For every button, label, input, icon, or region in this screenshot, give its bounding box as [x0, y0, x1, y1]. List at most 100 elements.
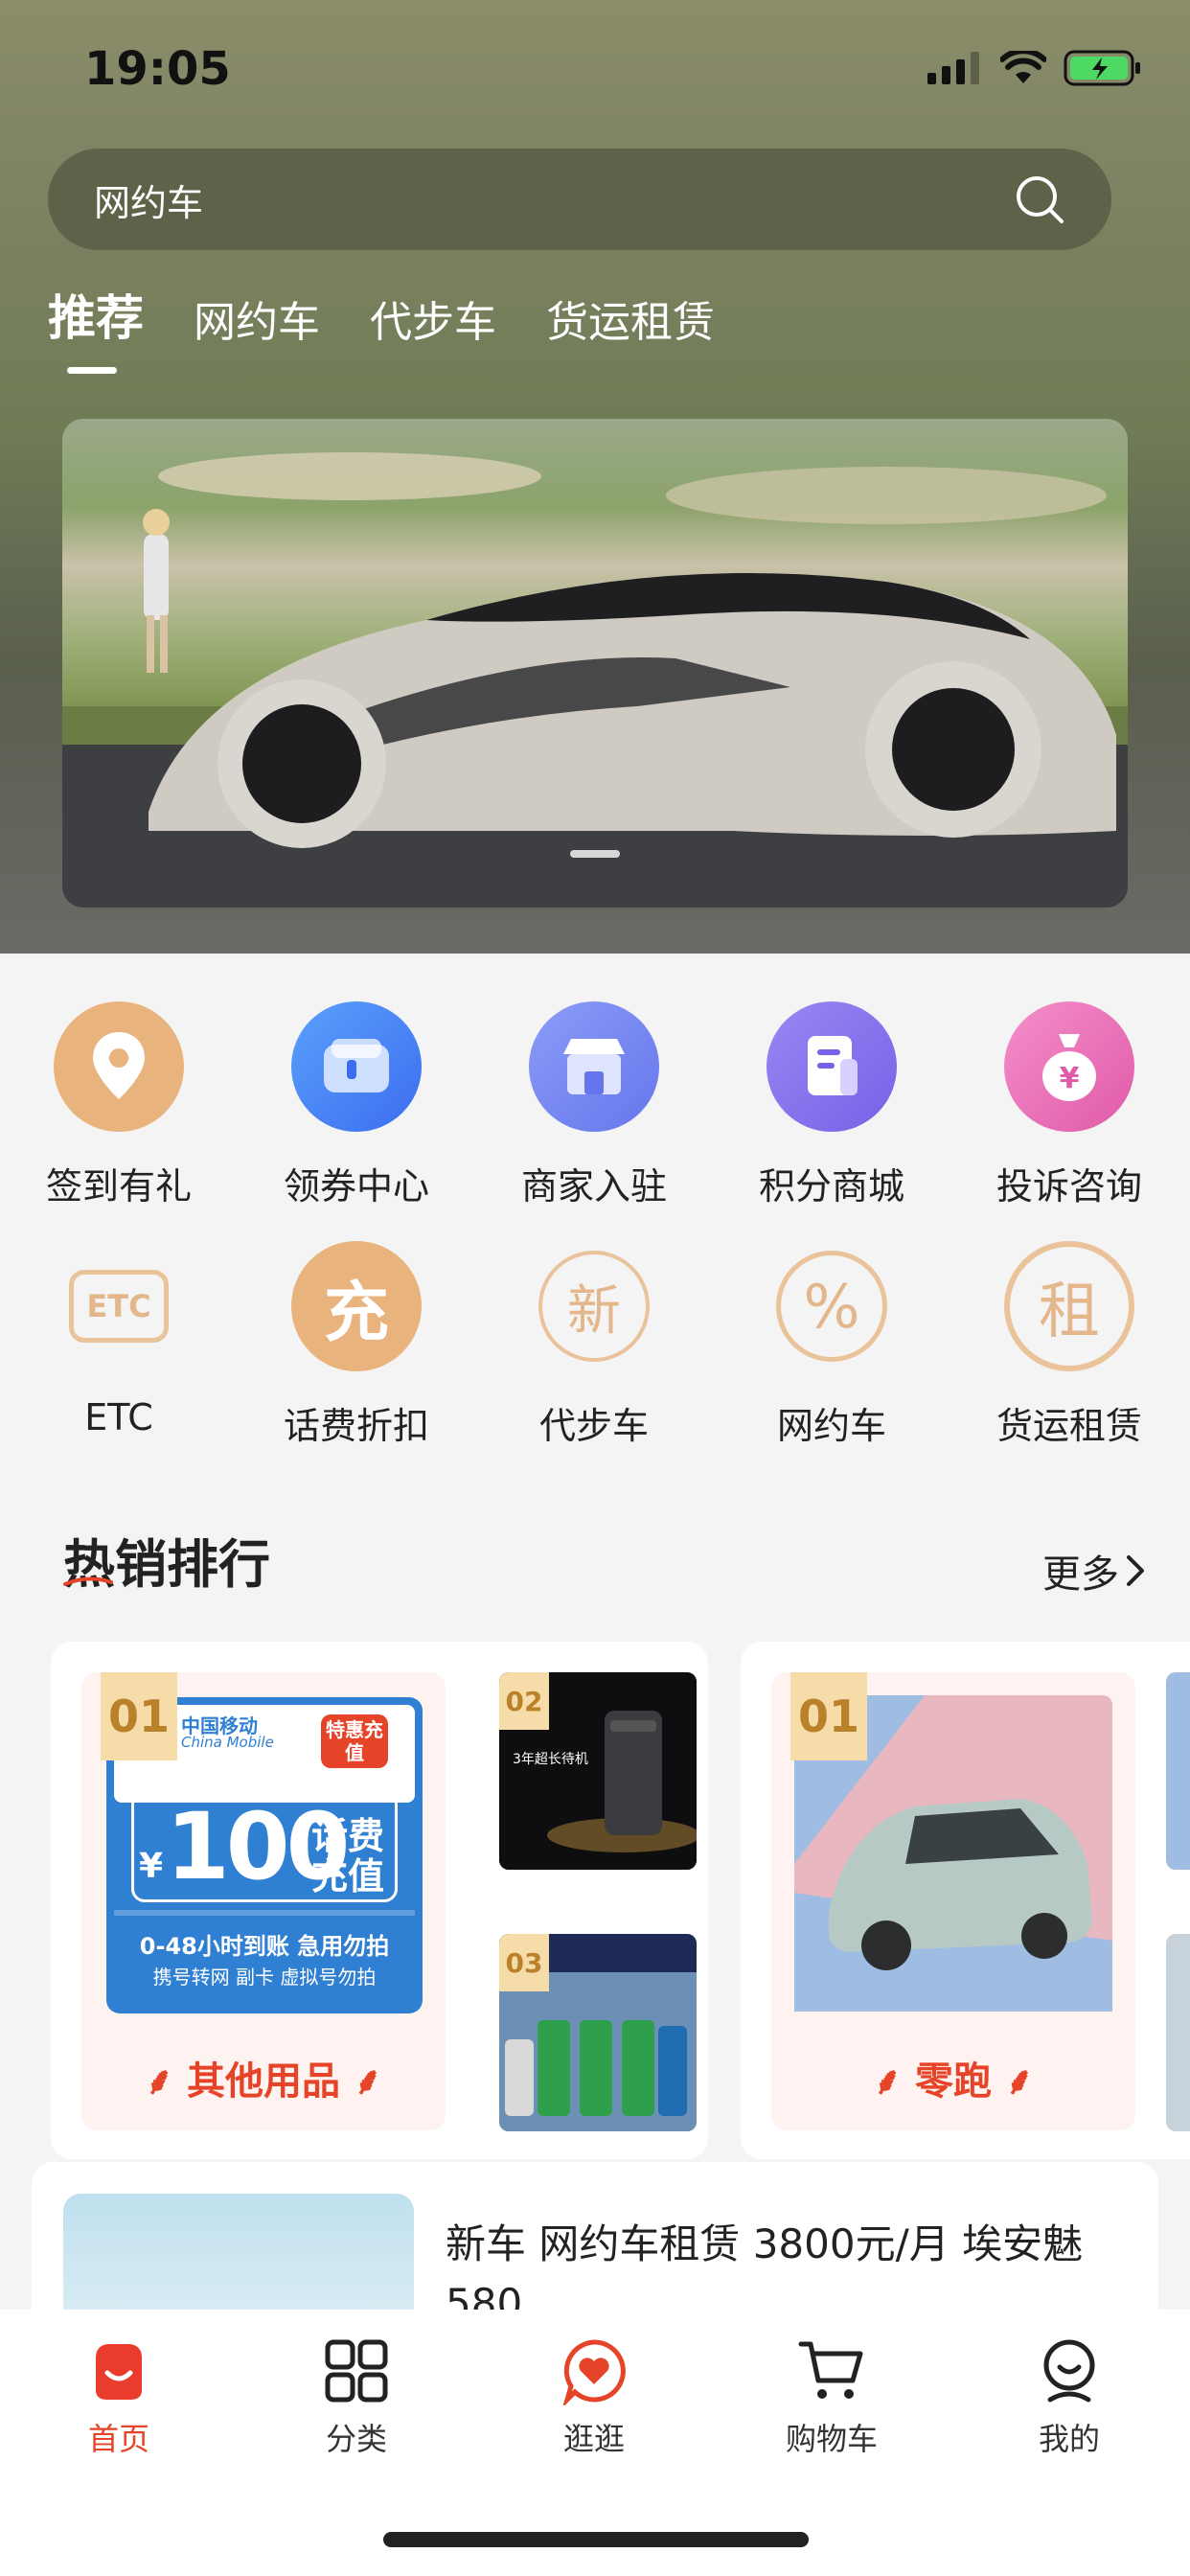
ranking-side-item[interactable]: 03	[499, 1934, 697, 2131]
status-time: 19:05	[84, 42, 231, 96]
brand-name-en: China Mobile	[181, 1734, 274, 1751]
home-icon	[96, 2344, 142, 2400]
quick-entry-row-1: 签到有礼 领券中心 商家入驻 积分商城 ¥ 投诉咨询	[0, 1001, 1190, 1209]
product-item[interactable]: 新车 网约车租赁 3800元/月 埃安魅580	[32, 2162, 1158, 2334]
recharge-glyph: 充	[323, 1275, 389, 1351]
more-link[interactable]: 更多	[1042, 1543, 1146, 1598]
concept-car-image	[62, 452, 1128, 908]
nav-label: 分类	[325, 2421, 387, 2457]
ranking-card[interactable]: 01 ⸙ 零跑 ⸙	[741, 1642, 1190, 2159]
new-glyph: 新	[567, 1279, 621, 1343]
entry-label: 商家入驻	[520, 1165, 667, 1208]
battery-icon	[1064, 50, 1140, 86]
document-icon	[767, 1001, 897, 1132]
etc-icon: ETC	[69, 1270, 169, 1343]
tab-ride-hailing[interactable]: 网约车	[194, 288, 320, 374]
nav-label: 首页	[87, 2421, 149, 2457]
entry-merchant-join[interactable]: 商家入驻	[475, 1001, 713, 1209]
banner-indicator	[570, 850, 620, 858]
entry-label: 积分商城	[758, 1165, 904, 1208]
ranking-side-item[interactable]	[1166, 1934, 1190, 2131]
new-icon: 新	[538, 1251, 650, 1362]
ranking-card[interactable]: 中国移动 China Mobile 特惠充值 ¥ 100 话费 充值 0-48小…	[51, 1642, 708, 2159]
currency-symbol: ¥	[139, 1847, 164, 1886]
home-indicator	[383, 2532, 809, 2547]
entry-etc[interactable]: ETC ETC	[0, 1241, 238, 1449]
ranking-side-item[interactable]	[1166, 1672, 1190, 1870]
wallet-icon	[291, 1001, 422, 1132]
entry-label: 签到有礼	[45, 1165, 192, 1208]
search-input[interactable]: 网约车	[94, 173, 1014, 226]
category-label: 零跑	[915, 2059, 992, 2104]
status-icons	[927, 50, 1142, 86]
category-tabs: 推荐 网约车 代步车 货运租赁	[48, 280, 715, 374]
cart-icon	[798, 2341, 863, 2399]
nav-label: 购物车	[785, 2421, 878, 2457]
chevron-right-icon	[1127, 1555, 1144, 1586]
hot-ranking-title: 热销排行	[63, 1534, 270, 1595]
nav-profile[interactable]: 我的	[950, 2336, 1188, 2459]
entry-ride-hailing[interactable]: % 网约车	[713, 1241, 950, 1449]
entry-label: 网约车	[776, 1405, 886, 1447]
location-pin-icon	[54, 1001, 184, 1132]
search-icon[interactable]	[1014, 173, 1065, 225]
entry-freight-rental[interactable]: 租 货运租赁	[950, 1241, 1188, 1449]
nav-cart[interactable]: 购物车	[713, 2336, 950, 2459]
svg-text:¥: ¥	[1060, 1062, 1080, 1095]
store-icon	[529, 1001, 659, 1132]
quick-entry-row-2: ETC ETC 充 话费折扣 新 代步车 % 网约车 租 货运租赁	[0, 1241, 1190, 1449]
nav-browse[interactable]: 逛逛	[475, 2336, 713, 2459]
search-bar[interactable]: 网约车	[48, 149, 1111, 250]
entry-label: 货运租赁	[995, 1405, 1142, 1447]
percent-icon: %	[776, 1251, 887, 1362]
entry-label: 代步车	[538, 1405, 649, 1447]
entry-label: ETC	[84, 1396, 153, 1438]
entry-label: 领券中心	[283, 1165, 429, 1208]
ranking-side-item[interactable]: 02 3年超长待机	[499, 1672, 697, 1870]
entry-label: 投诉咨询	[995, 1165, 1142, 1208]
entry-phone-discount[interactable]: 充 话费折扣	[238, 1241, 475, 1449]
recharge-label-2: 充值	[311, 1855, 385, 1898]
entry-checkin[interactable]: 签到有礼	[0, 1001, 238, 1209]
money-bag-icon: ¥	[1004, 1001, 1134, 1132]
category-icon	[325, 2339, 388, 2403]
card-category: ⸙ 其他用品 ⸙	[145, 2059, 382, 2104]
promo-tag: 特惠充值	[321, 1714, 388, 1768]
entry-label: 话费折扣	[283, 1405, 429, 1447]
rent-icon: 租	[1004, 1241, 1134, 1371]
entry-points-mall[interactable]: 积分商城	[713, 1001, 950, 1209]
rent-glyph: 租	[1039, 1276, 1100, 1347]
promo-banner[interactable]	[62, 419, 1128, 908]
heart-chat-icon	[562, 2339, 626, 2405]
nav-label: 我的	[1038, 2421, 1100, 2457]
category-label: 其他用品	[187, 2059, 340, 2104]
ranking-main-item[interactable]: 01 ⸙ 零跑 ⸙	[771, 1672, 1135, 2130]
thumb-caption: 3年超长待机	[513, 1752, 588, 1767]
status-bar: 19:05	[0, 0, 1190, 144]
signal-icon	[927, 52, 979, 84]
tab-scooter[interactable]: 代步车	[370, 288, 496, 374]
nav-category[interactable]: 分类	[238, 2336, 475, 2459]
profile-icon	[1043, 2339, 1095, 2403]
hero-header: 19:05 网约车 推荐 网约车 代步车 货运租赁	[0, 0, 1190, 954]
tab-recommend[interactable]: 推荐	[48, 280, 144, 374]
rank-badge: 02	[499, 1672, 549, 1730]
nav-home[interactable]: 首页	[0, 2336, 238, 2459]
entry-complaint[interactable]: ¥ 投诉咨询	[950, 1001, 1188, 1209]
promo-note-1: 0-48小时到账 急用勿拍	[139, 1933, 390, 1960]
nav-label: 逛逛	[562, 2421, 625, 2457]
rank-badge: 01	[790, 1672, 867, 1760]
more-label: 更多	[1042, 1552, 1119, 1597]
promo-note-2: 携号转网 副卡 虚拟号勿拍	[152, 1966, 377, 1989]
rank-badge: 03	[499, 1934, 549, 1991]
etc-glyph: ETC	[86, 1288, 151, 1324]
card-category: ⸙ 零跑 ⸙	[873, 2059, 1034, 2104]
tab-freight-rental[interactable]: 货运租赁	[546, 288, 715, 374]
wifi-icon	[1000, 51, 1046, 83]
entry-scooter[interactable]: 新 代步车	[475, 1241, 713, 1449]
recharge-icon: 充	[291, 1241, 422, 1371]
percent-glyph: %	[803, 1271, 860, 1342]
ranking-main-item[interactable]: 中国移动 China Mobile 特惠充值 ¥ 100 话费 充值 0-48小…	[81, 1672, 446, 2130]
rank-badge: 01	[101, 1672, 177, 1760]
entry-coupon-center[interactable]: 领券中心	[238, 1001, 475, 1209]
